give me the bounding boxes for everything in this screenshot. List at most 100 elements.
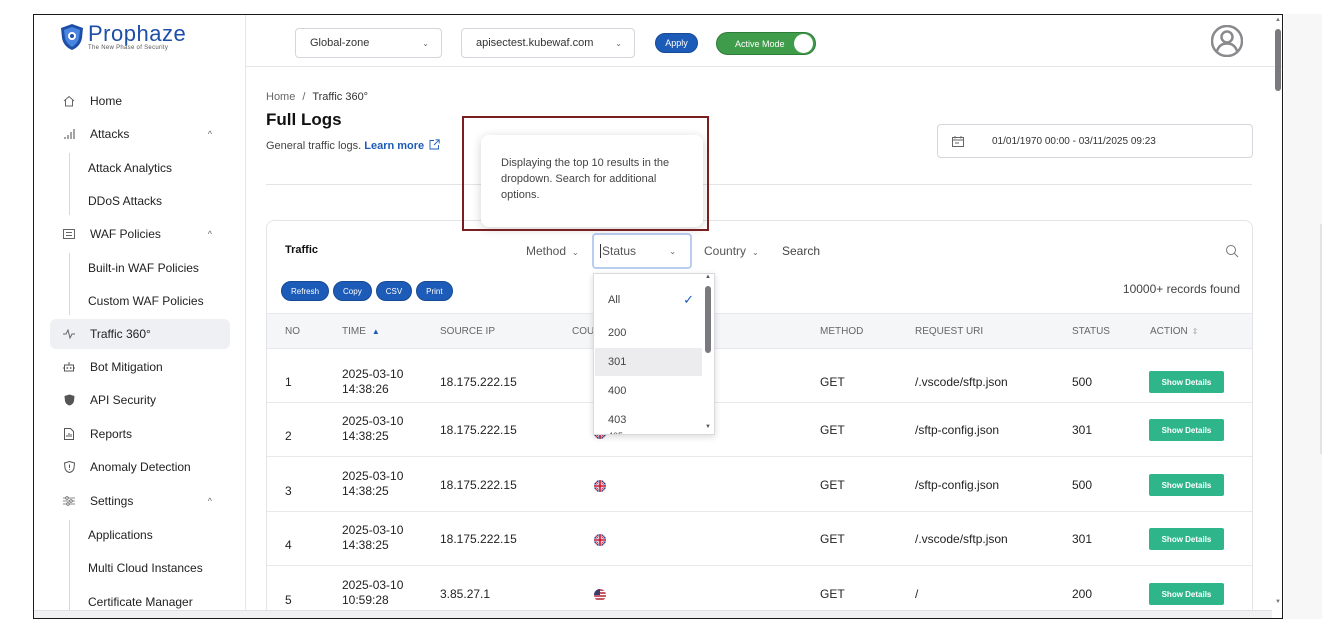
copy-button[interactable]: Copy <box>333 281 372 301</box>
show-details-button[interactable]: Show Details <box>1149 583 1224 605</box>
col-action[interactable]: ACTION ⇕ <box>1150 326 1198 337</box>
zone-select-value: Global-zone <box>310 37 370 49</box>
text-caret <box>600 244 601 258</box>
sidebar-item-label: Attacks <box>90 127 130 141</box>
method-filter[interactable]: Method ⌄ <box>526 244 579 258</box>
status-option-label: All <box>608 294 621 306</box>
show-details-button[interactable]: Show Details <box>1149 419 1224 441</box>
breadcrumb-home[interactable]: Home <box>266 91 295 103</box>
user-avatar-icon[interactable] <box>1211 25 1243 57</box>
sidebar-item-label: Traffic 360° <box>90 327 151 341</box>
sidebar-item-ddos-attacks[interactable]: DDoS Attacks <box>88 194 162 208</box>
cell-method: GET <box>820 423 845 437</box>
table-actions: Refresh Copy CSV Print <box>281 281 457 301</box>
sidebar-item-home[interactable]: Home <box>50 86 230 116</box>
sidebar-item-bot-mitigation[interactable]: Bot Mitigation <box>50 352 230 382</box>
domain-select-value: apisectest.kubewaf.com <box>476 37 594 49</box>
sidebar-item-attacks[interactable]: Attacks ^ <box>50 119 230 149</box>
page-subtitle-text: General traffic logs. <box>266 140 362 152</box>
cell-date: 2025-03-10 <box>342 523 404 537</box>
col-request-uri[interactable]: REQUEST URI <box>915 326 983 337</box>
status-option-405[interactable]: 405 <box>595 431 702 434</box>
col-country[interactable]: COU <box>572 326 594 337</box>
sidebar-item-label: Reports <box>90 427 133 441</box>
sidebar-item-label: Home <box>90 94 123 108</box>
active-mode-toggle[interactable]: Active Mode <box>716 32 816 55</box>
col-no[interactable]: NO <box>285 326 300 337</box>
cell-source-ip: 18.175.222.15 <box>440 478 517 492</box>
page-scroll-thumb[interactable] <box>1275 29 1281 91</box>
refresh-button[interactable]: Refresh <box>281 281 330 301</box>
date-range-value: 01/01/1970 00:00 - 03/11/2025 09:23 <box>992 135 1156 147</box>
sidebar-item-builtin-waf-policies[interactable]: Built-in WAF Policies <box>88 261 199 275</box>
sidebar-item-waf-policies[interactable]: WAF Policies ^ <box>50 219 230 249</box>
sidebar-item-traffic-360[interactable]: Traffic 360° <box>50 319 230 349</box>
logo[interactable]: Prophaze The New Phase of Security <box>60 23 186 51</box>
cell-request-uri: /.vscode/sftp.json <box>915 375 1008 389</box>
search-input[interactable]: Search <box>782 244 820 258</box>
chevron-up-icon: ^ <box>207 496 212 506</box>
csv-button[interactable]: CSV <box>375 281 413 301</box>
sidebar-item-label: Settings <box>90 494 134 508</box>
learn-more-link[interactable]: Learn more <box>364 140 424 152</box>
tooltip-highlight-box <box>462 116 709 231</box>
sidebar-item-attack-analytics[interactable]: Attack Analytics <box>88 161 172 175</box>
cell-time: 2025-03-10 14:38:26 <box>342 367 403 397</box>
status-filter[interactable]: Status ⌄ <box>592 233 692 269</box>
status-option-all[interactable]: All ✓ <box>595 286 702 314</box>
page-scrollbar[interactable]: ▲ ▼ <box>1272 15 1282 618</box>
zone-select[interactable]: Global-zone ⌄ <box>295 28 442 58</box>
apply-button[interactable]: Apply <box>655 33 698 53</box>
search-icon[interactable] <box>1225 244 1239 258</box>
cell-time: 2025-03-10 14:38:25 <box>342 414 403 444</box>
cell-date: 2025-03-10 <box>342 414 404 428</box>
scroll-down-icon[interactable]: ▼ <box>1275 599 1281 605</box>
cell-status: 301 <box>1072 423 1093 437</box>
sidebar-item-applications[interactable]: Applications <box>88 528 153 542</box>
col-source-ip[interactable]: SOURCE IP <box>440 326 495 337</box>
print-button[interactable]: Print <box>416 281 453 301</box>
external-link-icon[interactable] <box>429 139 440 150</box>
dropdown-scrollbar[interactable]: ▲ ▼ <box>702 274 714 434</box>
sidebar-item-certificate-manager[interactable]: Certificate Manager <box>88 595 193 609</box>
show-details-button[interactable]: Show Details <box>1149 528 1224 550</box>
cell-time: 2025-03-10 10:59:28 <box>342 578 403 608</box>
sidebar-item-custom-waf-policies[interactable]: Custom WAF Policies <box>88 294 204 308</box>
status-option-301[interactable]: 301 <box>595 348 702 376</box>
col-time[interactable]: TIME ▲ <box>342 326 380 337</box>
breadcrumb-separator: / <box>302 91 306 103</box>
domain-select[interactable]: apisectest.kubewaf.com ⌄ <box>461 28 635 58</box>
sidebar-item-api-security[interactable]: API Security <box>50 385 230 415</box>
country-filter[interactable]: Country ⌄ <box>704 244 759 258</box>
scroll-up-icon[interactable]: ▲ <box>705 274 711 280</box>
dropdown-scroll-thumb[interactable] <box>705 286 711 353</box>
col-method[interactable]: METHOD <box>820 326 863 337</box>
sidebar-item-multi-cloud-instances[interactable]: Multi Cloud Instances <box>88 561 203 575</box>
country-filter-label: Country <box>704 244 747 258</box>
chevron-up-icon: ^ <box>207 129 212 139</box>
sidebar-item-reports[interactable]: Reports <box>50 419 230 449</box>
sidebar-item-settings[interactable]: Settings ^ <box>50 486 230 516</box>
table-row: 4 2025-03-10 14:38:25 18.175.222.15 GET /… <box>267 512 1252 566</box>
col-status[interactable]: STATUS <box>1072 326 1110 337</box>
scroll-up-icon[interactable]: ▲ <box>1275 17 1281 23</box>
cell-method: GET <box>820 532 845 546</box>
scroll-down-icon[interactable]: ▼ <box>705 424 711 430</box>
page-title: Full Logs <box>266 110 342 129</box>
status-option-200[interactable]: 200 <box>595 319 702 347</box>
date-range-picker[interactable]: 01/01/1970 00:00 - 03/11/2025 09:23 <box>937 124 1253 158</box>
list-icon <box>62 227 76 241</box>
status-option-400[interactable]: 400 <box>595 377 702 405</box>
show-details-button[interactable]: Show Details <box>1149 474 1224 496</box>
breadcrumb: Home / Traffic 360° <box>266 91 368 103</box>
status-filter-placeholder: Status <box>602 244 637 258</box>
pulse-icon <box>62 327 76 341</box>
toggle-knob <box>794 34 813 53</box>
col-action-label: ACTION <box>1150 326 1188 337</box>
checkmark-icon: ✓ <box>683 292 694 307</box>
show-details-button[interactable]: Show Details <box>1149 371 1224 393</box>
cell-date: 2025-03-10 <box>342 578 404 592</box>
home-icon <box>62 94 76 108</box>
status-option-403[interactable]: 403 <box>595 406 702 434</box>
sidebar-item-anomaly-detection[interactable]: Anomaly Detection <box>50 452 230 482</box>
